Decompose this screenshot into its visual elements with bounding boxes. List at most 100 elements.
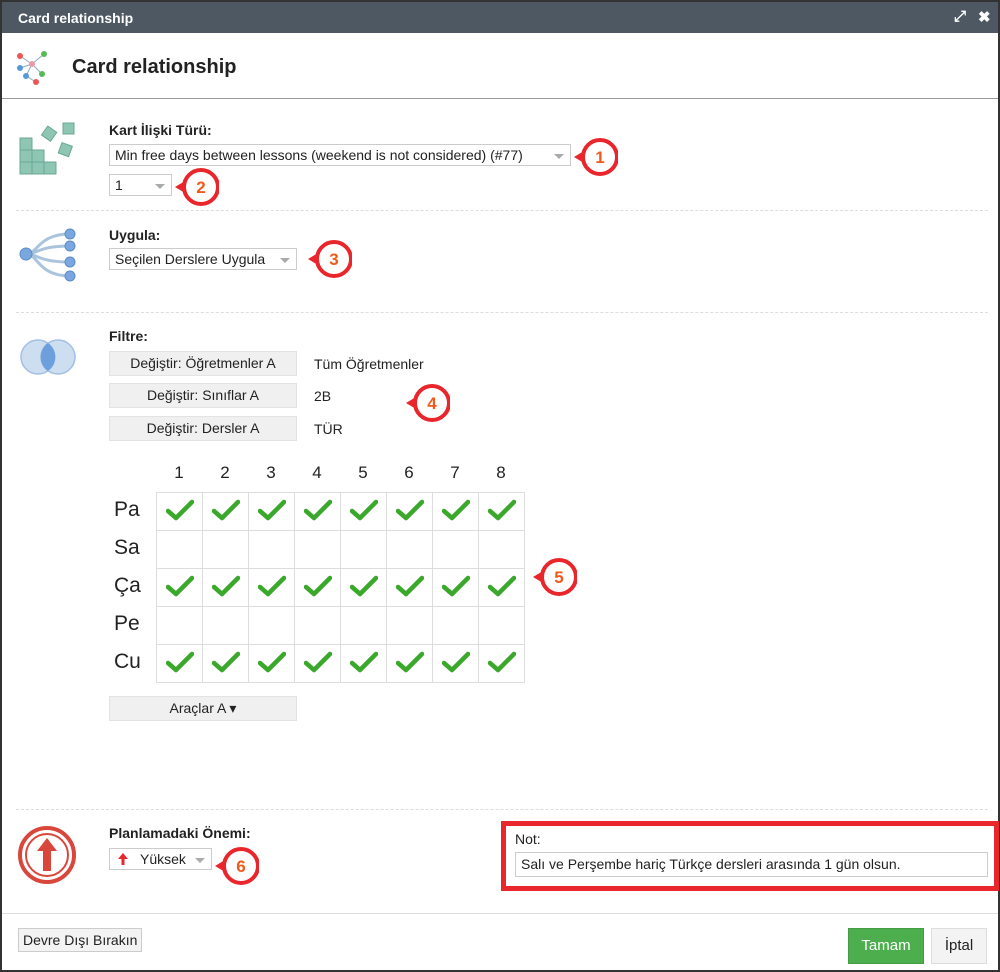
divider — [16, 210, 988, 211]
callout-marker: 5 — [533, 558, 577, 596]
change-teachers-button[interactable]: Değiştir: Öğretmenler A — [109, 351, 297, 376]
importance-select[interactable]: Yüksek — [109, 848, 212, 870]
grid-cell[interactable] — [156, 530, 203, 569]
check-icon — [349, 499, 378, 524]
check-icon — [165, 575, 194, 600]
tools-button[interactable]: Araçlar A ▾ — [109, 696, 297, 721]
grid-cell[interactable] — [340, 606, 387, 645]
grid-cell[interactable] — [340, 568, 387, 607]
grid-cell[interactable] — [294, 530, 341, 569]
grid-cell[interactable] — [202, 492, 249, 531]
check-icon — [303, 575, 332, 600]
divider — [16, 809, 988, 810]
grid-cell[interactable] — [202, 606, 249, 645]
grid-column-header[interactable]: 7 — [432, 463, 478, 483]
grid-cell[interactable] — [202, 568, 249, 607]
grid-cell[interactable] — [248, 606, 295, 645]
note-input[interactable]: Salı ve Perşembe hariç Türkçe dersleri a… — [515, 852, 988, 877]
grid-cell[interactable] — [386, 492, 433, 531]
callout-marker: 6 — [215, 847, 259, 885]
check-icon — [303, 499, 332, 524]
priority-up-icon — [18, 826, 76, 884]
grid-column-header[interactable]: 1 — [156, 463, 202, 483]
grid-cell[interactable] — [478, 606, 525, 645]
grid-cell[interactable] — [202, 644, 249, 683]
grid-cell[interactable] — [386, 606, 433, 645]
grid-row-header[interactable]: Cu — [114, 650, 154, 674]
grid-cell[interactable] — [432, 568, 479, 607]
grid-column-header[interactable]: 3 — [248, 463, 294, 483]
check-icon — [395, 575, 424, 600]
check-icon — [257, 651, 286, 676]
callout-marker: 2 — [175, 168, 219, 206]
change-lessons-button[interactable]: Değiştir: Dersler A — [109, 416, 297, 441]
expand-icon[interactable]: ⤢ — [954, 8, 966, 25]
footer-divider — [2, 913, 998, 914]
grid-cell[interactable] — [340, 644, 387, 683]
grid-cell[interactable] — [294, 492, 341, 531]
disable-button[interactable]: Devre Dışı Bırakın — [18, 928, 143, 952]
chevron-down-icon — [554, 154, 564, 159]
grid-column-header[interactable]: 6 — [386, 463, 432, 483]
grid-cell[interactable] — [478, 492, 525, 531]
grid-cell[interactable] — [340, 492, 387, 531]
card-relationship-icon — [17, 51, 47, 85]
grid-column-header[interactable]: 2 — [202, 463, 248, 483]
grid-column-header[interactable]: 4 — [294, 463, 340, 483]
check-icon — [349, 651, 378, 676]
grid-cell[interactable] — [156, 606, 203, 645]
apply-select[interactable]: Seçilen Derslere Uygula — [109, 248, 297, 270]
grid-cell[interactable] — [156, 492, 203, 531]
relation-type-select[interactable]: Min free days between lessons (weekend i… — [109, 144, 571, 166]
grid-cell[interactable] — [294, 568, 341, 607]
grid-cell[interactable] — [478, 568, 525, 607]
grid-cell[interactable] — [432, 530, 479, 569]
importance-value: Yüksek — [140, 851, 186, 867]
grid-cell[interactable] — [432, 606, 479, 645]
dialog-header: Card relationship — [2, 33, 998, 99]
chevron-down-icon — [280, 258, 290, 263]
callout-number: 1 — [595, 148, 604, 167]
titlebar: Card relationship ⤢ ✖ — [2, 2, 998, 33]
grid-column-header[interactable]: 5 — [340, 463, 386, 483]
relation-count-select[interactable]: 1 — [109, 174, 172, 196]
grid-cell[interactable] — [432, 492, 479, 531]
grid-row-header[interactable]: Sa — [114, 536, 154, 560]
grid-cell[interactable] — [432, 644, 479, 683]
grid-cell[interactable] — [248, 530, 295, 569]
grid-row — [156, 492, 525, 531]
arrow-up-icon — [118, 853, 128, 865]
close-icon[interactable]: ✖ — [978, 8, 991, 26]
grid-cell[interactable] — [248, 492, 295, 531]
ok-button[interactable]: Tamam — [848, 928, 924, 964]
change-classes-button[interactable]: Değiştir: Sınıflar A — [109, 383, 297, 408]
grid-cell[interactable] — [294, 644, 341, 683]
grid-cell[interactable] — [248, 644, 295, 683]
chevron-down-icon — [155, 184, 165, 189]
grid-cell[interactable] — [386, 644, 433, 683]
grid-row-header[interactable]: Pe — [114, 612, 154, 636]
grid-cell[interactable] — [294, 606, 341, 645]
grid-cell[interactable] — [156, 644, 203, 683]
grid-row-header[interactable]: Ça — [114, 574, 154, 598]
venn-icon — [20, 339, 76, 375]
grid-row-header[interactable]: Pa — [114, 498, 154, 522]
grid-cell[interactable] — [156, 568, 203, 607]
check-icon — [165, 651, 194, 676]
relation-count-value: 1 — [115, 177, 123, 193]
grid-cell[interactable] — [248, 568, 295, 607]
apply-value: Seçilen Derslere Uygula — [115, 251, 266, 267]
check-icon — [441, 575, 470, 600]
grid-cell[interactable] — [478, 530, 525, 569]
check-icon — [257, 499, 286, 524]
note-panel: Not: Salı ve Perşembe hariç Türkçe dersl… — [501, 821, 999, 891]
grid-cell[interactable] — [340, 530, 387, 569]
grid-cell[interactable] — [386, 568, 433, 607]
grid-column-header[interactable]: 8 — [478, 463, 524, 483]
grid-cell[interactable] — [478, 644, 525, 683]
grid-cell[interactable] — [202, 530, 249, 569]
cancel-button[interactable]: İptal — [931, 928, 987, 964]
grid-cell[interactable] — [386, 530, 433, 569]
check-icon — [349, 575, 378, 600]
filter-label: Filtre: — [109, 328, 148, 344]
